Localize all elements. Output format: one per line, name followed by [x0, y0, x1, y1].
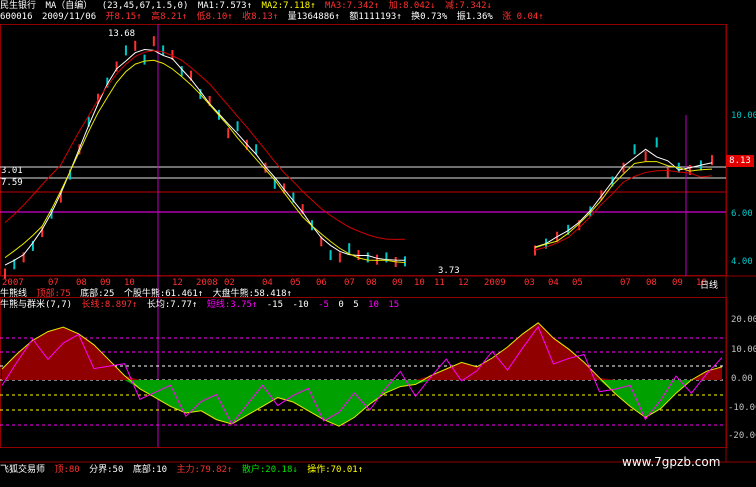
level-10: 10 — [368, 300, 379, 310]
candle — [255, 144, 258, 155]
period-tab[interactable]: 日线 — [700, 278, 718, 291]
footer-operate: 操作:70.01↑ — [307, 465, 364, 475]
level-15: 15 — [388, 300, 400, 310]
candle — [338, 252, 341, 263]
x-tick-label: 2007 — [2, 278, 24, 288]
x-tick-label: 07 — [344, 278, 355, 288]
long-avg-value: 长均:7.77↑ — [146, 300, 198, 310]
candle — [134, 40, 137, 51]
market-bull-value: 大盘牛熊:58.418↑ — [212, 289, 292, 299]
short-line-value: 短线:3.75↑ — [206, 300, 258, 310]
x-tick-label: 2008 — [196, 278, 218, 288]
footer-retail: 散户:20.18↓ — [241, 465, 298, 475]
candle — [644, 151, 647, 162]
indicator-bottom: 底部:25 — [80, 289, 115, 299]
chart-canvas[interactable] — [0, 0, 756, 487]
candle — [329, 250, 332, 261]
long-line-value: 长线:8.897↑ — [81, 300, 138, 310]
candle — [655, 137, 658, 148]
osc-tick-10: 10.00 — [731, 345, 756, 355]
min-price-label: 3.73 — [438, 266, 460, 276]
footer-title[interactable]: 飞狐交易师 — [0, 465, 45, 475]
x-tick-label: 04 — [262, 278, 273, 288]
x-tick-label: 02 — [224, 278, 235, 288]
osc-tick-neg10: -10.00 — [728, 403, 756, 413]
watermark: www.7gpzb.com — [622, 455, 721, 469]
candle — [404, 256, 406, 267]
candle — [124, 45, 127, 56]
x-tick-label: 12 — [458, 278, 469, 288]
level-neg10: -10 — [292, 300, 309, 310]
candle — [162, 45, 165, 56]
osc-negative-area — [2, 380, 722, 427]
x-tick-label: 03 — [524, 278, 535, 288]
x-tick-label: 12 — [172, 278, 183, 288]
level-0: 0 — [338, 300, 344, 310]
x-tick-label: 08 — [646, 278, 657, 288]
x-tick-label: 06 — [316, 278, 327, 288]
footer-row: 飞狐交易师 顶:80 分界:50 底部:10 主力:79.82↑ 散户:20.1… — [0, 464, 367, 476]
osc-tick-0: 0.00 — [731, 374, 753, 384]
y-tick-6: 6.00 — [731, 209, 753, 219]
stock-bull-value: 个股牛熊:61.461↑ — [123, 289, 204, 299]
level-neg15: -15 — [266, 300, 284, 310]
x-tick-label: 05 — [572, 278, 583, 288]
x-tick-label: 11 — [434, 278, 445, 288]
candle — [180, 66, 183, 77]
candle — [4, 268, 6, 279]
ma-red-line — [4, 50, 406, 240]
candle — [366, 252, 369, 263]
candle — [376, 254, 379, 265]
osc-positive-area — [2, 322, 722, 380]
ma-yellow-line — [4, 59, 406, 264]
x-tick-label: 04 — [548, 278, 559, 288]
candle — [666, 167, 669, 178]
price-series — [4, 36, 713, 279]
candle — [227, 128, 230, 139]
footer-divider: 分界:50 — [89, 465, 124, 475]
indicator-line2: 牛熊与群米(7,7) 长线:8.897↑ 长均:7.77↑ 短线:3.75↑ -… — [0, 299, 403, 311]
candle — [348, 243, 351, 254]
candle — [236, 121, 239, 132]
left-price-label-1: 3.01 — [1, 166, 23, 176]
current-price-tag: 8.13 — [726, 155, 754, 167]
x-tick-label: 2009 — [484, 278, 506, 288]
indicator-top: 顶部:75 — [36, 289, 71, 299]
candle — [633, 144, 636, 155]
osc-tick-neg20: -20.00 — [728, 431, 756, 441]
x-tick-label: 10 — [124, 278, 135, 288]
osc-tick-20: 20.00 — [731, 315, 756, 325]
level-neg5: -5 — [318, 300, 329, 310]
price-panel-border — [0, 24, 727, 276]
footer-top: 顶:80 — [54, 465, 80, 475]
indicator-title[interactable]: 牛熊线 — [0, 289, 27, 299]
level-5: 5 — [353, 300, 359, 310]
max-price-label: 13.68 — [108, 29, 136, 39]
y-tick-4: 4.00 — [731, 257, 753, 267]
left-price-label-2: 7.59 — [1, 178, 23, 188]
indicator2-name[interactable]: 牛熊与群米(7,7) — [0, 300, 72, 310]
candle — [711, 155, 713, 166]
candle — [152, 36, 155, 47]
x-tick-label: 07 — [620, 278, 631, 288]
x-tick-label: 09 — [672, 278, 683, 288]
x-tick-label: 09 — [392, 278, 403, 288]
x-tick-label: 08 — [366, 278, 377, 288]
footer-bottom: 底部:10 — [132, 465, 168, 475]
x-tick-label: 08 — [76, 278, 87, 288]
x-tick-label: 05 — [290, 278, 301, 288]
footer-main: 主力:79.82↑ — [176, 465, 233, 475]
x-tick-label: 07 — [48, 278, 59, 288]
y-tick-10: 10.00 — [731, 111, 756, 121]
x-tick-label: 10 — [414, 278, 425, 288]
x-tick-label: 09 — [100, 278, 111, 288]
candle — [143, 54, 146, 65]
